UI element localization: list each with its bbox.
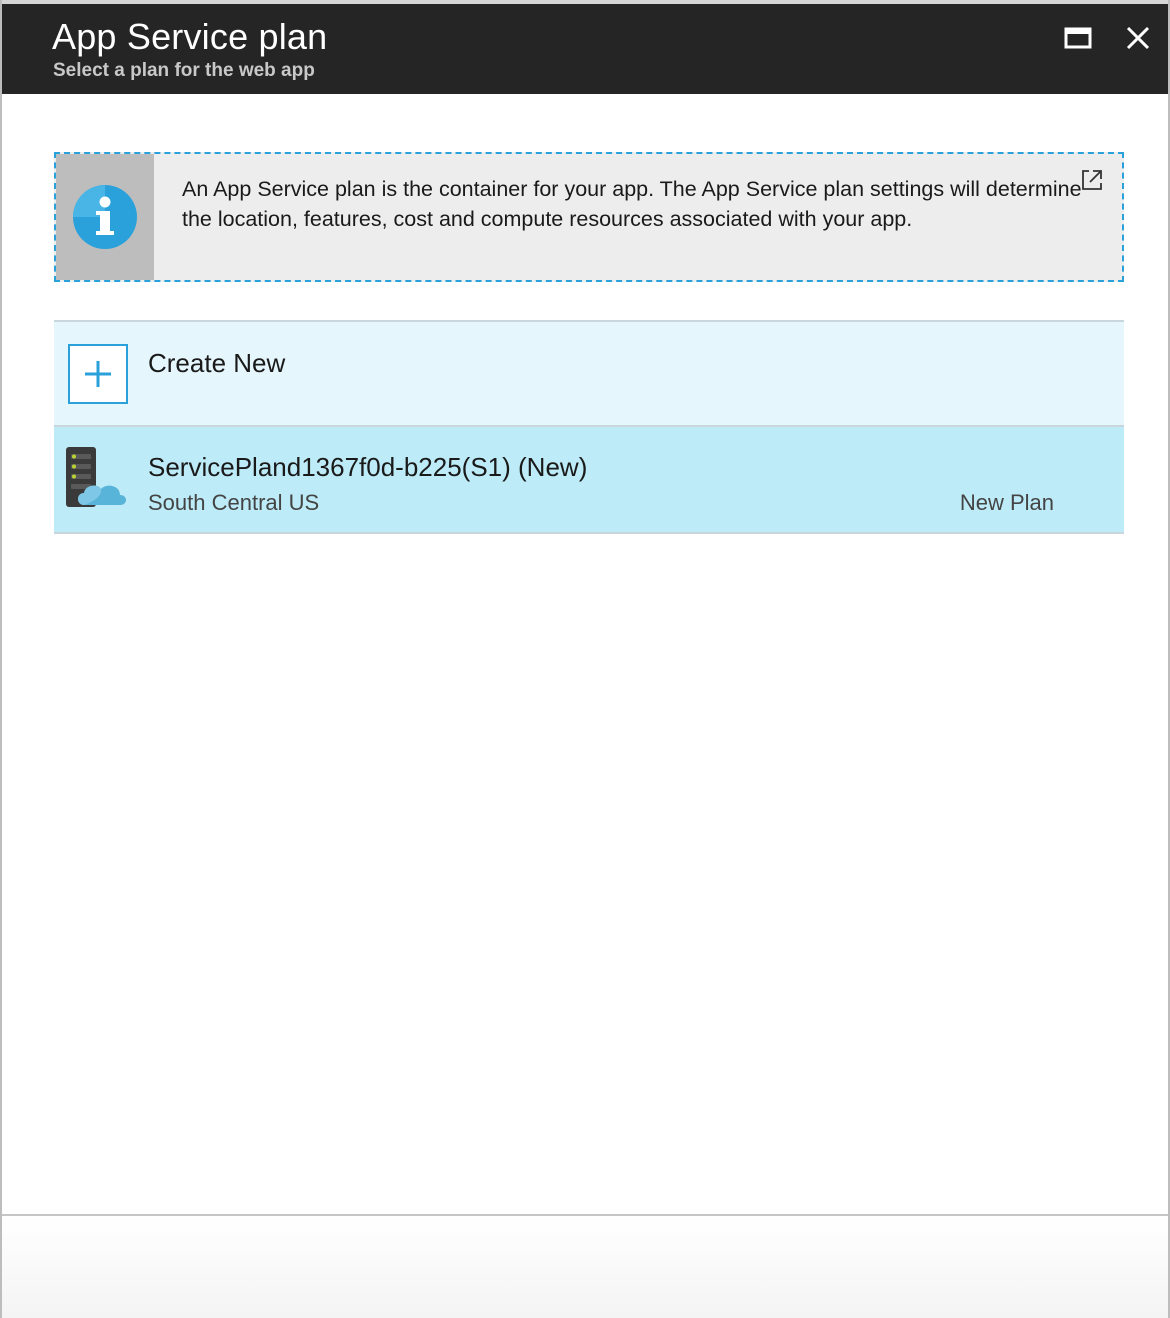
blade-footer <box>2 1214 1168 1318</box>
create-new-button[interactable] <box>68 344 128 404</box>
list-item-plan[interactable]: ServicePland1367f0d-b225(S1) (New) South… <box>54 427 1124 534</box>
info-icon <box>73 185 137 249</box>
close-icon <box>1126 26 1150 50</box>
blade-title: App Service plan <box>52 16 328 57</box>
external-link-button[interactable] <box>1080 168 1104 192</box>
plan-region: South Central US <box>148 490 320 515</box>
blade-subtitle: Select a plan for the web app <box>53 60 315 81</box>
plan-status-tag: New Plan <box>959 490 1054 515</box>
app-service-plan-blade: App Service plan Select a plan for the w… <box>0 0 1170 1318</box>
plan-name: ServicePland1367f0d-b225(S1) (New) <box>148 452 588 482</box>
create-new-row[interactable]: Create New <box>54 320 1124 427</box>
maximize-icon <box>1064 27 1092 49</box>
maximize-button[interactable] <box>1060 20 1096 56</box>
external-link-icon <box>1082 170 1102 190</box>
info-icon-column <box>56 154 154 280</box>
plus-icon <box>85 361 111 387</box>
blade-header: App Service plan Select a plan for the w… <box>2 0 1168 94</box>
info-banner[interactable]: An App Service plan is the container for… <box>54 152 1124 282</box>
close-button[interactable] <box>1120 20 1156 56</box>
info-text: An App Service plan is the container for… <box>182 177 1082 231</box>
app-service-plan-icon <box>66 447 126 507</box>
create-new-label: Create New <box>148 348 286 378</box>
